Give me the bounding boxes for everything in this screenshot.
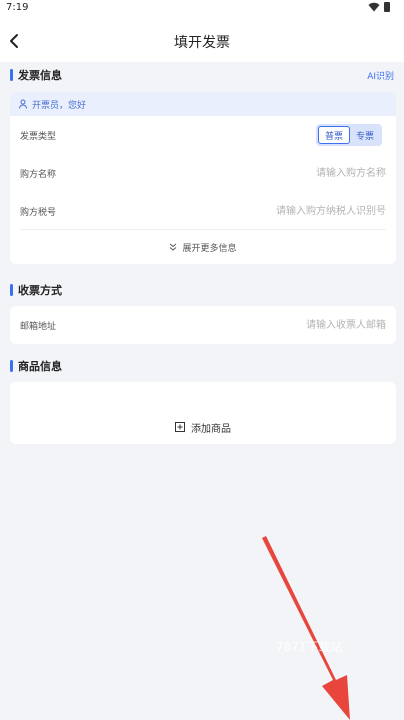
ai-recognize-link[interactable]: AI识别 bbox=[367, 69, 394, 82]
expand-more-button[interactable]: 展开更多信息 bbox=[10, 230, 396, 264]
expand-more-label: 展开更多信息 bbox=[182, 243, 237, 254]
add-goods-button[interactable]: 添加商品 bbox=[10, 416, 396, 438]
invoice-type-special-option[interactable]: 专票 bbox=[350, 126, 380, 144]
greeting-text: 开票员，您好 bbox=[32, 100, 87, 111]
section-accent-bar bbox=[10, 360, 13, 372]
delivery-section-header: 收票方式 bbox=[10, 280, 394, 300]
delivery-section-title: 收票方式 bbox=[18, 284, 62, 297]
invoice-section-header: 发票信息 AI识别 bbox=[10, 65, 394, 85]
plus-square-icon bbox=[175, 422, 185, 432]
section-accent-bar bbox=[10, 69, 13, 81]
invoice-card: 开票员，您好 发票类型 普票 专票 购方名称 购方税号 展开更多信息 bbox=[10, 92, 396, 264]
buyer-tax-input[interactable] bbox=[186, 202, 386, 220]
add-goods-label: 添加商品 bbox=[191, 423, 231, 435]
invoice-type-row: 发票类型 普票 专票 bbox=[10, 116, 396, 154]
status-bar: 7:19 bbox=[0, 0, 404, 22]
row-divider bbox=[20, 229, 386, 230]
section-accent-bar bbox=[10, 284, 13, 296]
email-label: 邮箱地址 bbox=[20, 321, 57, 332]
buyer-name-row: 购方名称 bbox=[10, 154, 396, 192]
email-input[interactable] bbox=[186, 316, 386, 334]
goods-section-title: 商品信息 bbox=[18, 360, 62, 373]
invoice-section-title: 发票信息 bbox=[18, 69, 62, 82]
battery-icon bbox=[384, 2, 390, 12]
page-title: 填开发票 bbox=[174, 35, 230, 51]
nav-bar: 填开发票 bbox=[0, 22, 404, 62]
wifi-icon bbox=[368, 2, 380, 12]
goods-section-header: 商品信息 bbox=[10, 356, 394, 376]
buyer-tax-label: 购方税号 bbox=[20, 207, 57, 218]
status-icons bbox=[368, 2, 390, 12]
status-time: 7:19 bbox=[6, 2, 29, 13]
red-arrow-annotation bbox=[262, 536, 350, 720]
person-icon bbox=[19, 99, 27, 109]
invoice-type-label: 发票类型 bbox=[20, 131, 57, 142]
greeting-banner: 开票员，您好 bbox=[10, 92, 396, 116]
email-row: 邮箱地址 bbox=[10, 306, 396, 344]
delivery-card: 邮箱地址 bbox=[10, 306, 396, 344]
goods-card: 添加商品 bbox=[10, 382, 396, 444]
watermark-text: 7871下载站 bbox=[276, 640, 343, 654]
buyer-tax-row: 购方税号 bbox=[10, 192, 396, 230]
buyer-name-label: 购方名称 bbox=[20, 169, 57, 180]
invoice-type-toggle: 普票 专票 bbox=[316, 124, 382, 146]
invoice-type-general-option[interactable]: 普票 bbox=[318, 126, 350, 144]
buyer-name-input[interactable] bbox=[186, 164, 386, 182]
double-chevron-down-icon bbox=[170, 243, 177, 251]
